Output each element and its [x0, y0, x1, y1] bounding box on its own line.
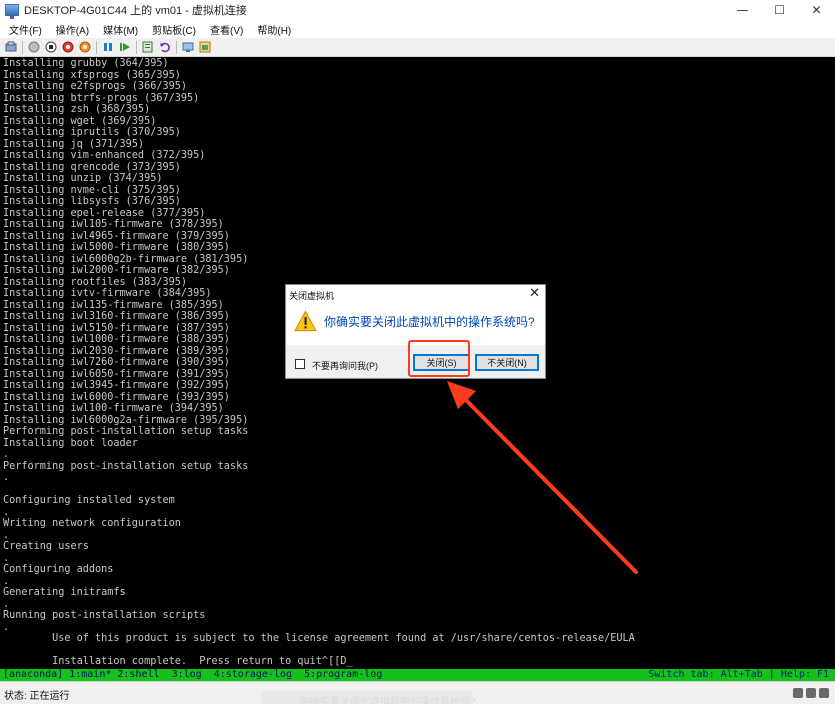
console-line: Configuring installed system: [3, 495, 175, 506]
toolbar: [0, 38, 835, 57]
toolbar-separator: [96, 40, 97, 54]
share-icon[interactable]: [199, 41, 211, 53]
dont-ask-again-checkbox[interactable]: [295, 359, 305, 369]
console-line: Creating users: [3, 541, 89, 552]
dialog-message: 你确实要关闭此虚拟机中的操作系统吗?: [324, 315, 535, 329]
console-line: Installing jq (371/395): [3, 138, 145, 150]
status-icons: [793, 688, 829, 698]
toolbar-separator: [176, 40, 177, 54]
revert-icon[interactable]: [159, 41, 171, 53]
console-line: Installing iwl5000-firmware (380/395): [3, 242, 230, 253]
mouse-icon: [806, 688, 816, 698]
console-line: .: [3, 472, 10, 483]
window-title: DESKTOP-4G01C44 上的 vm01 - 虚拟机连接: [24, 5, 247, 17]
console-line: Installing unzip (374/395): [3, 173, 163, 184]
save-icon[interactable]: [79, 41, 91, 53]
console-line: .: [3, 449, 10, 460]
cancel-shutdown-button[interactable]: 不关闭(N): [475, 354, 539, 371]
checkpoint-icon[interactable]: [142, 41, 154, 53]
ctrl-alt-del-icon[interactable]: [5, 41, 17, 53]
console-line: Generating initramfs: [3, 587, 126, 598]
console-line: Installing grubby (364/395): [3, 58, 169, 69]
console-line: Use of this product is subject to the li…: [3, 633, 635, 644]
minimize-button[interactable]: —: [724, 0, 761, 20]
console-line: Installing boot loader: [3, 437, 138, 449]
anaconda-tmux-bar: [anaconda] 1:main* 2:shell 3:log 4:stora…: [0, 669, 835, 681]
vm-connection-icon: [5, 4, 19, 19]
menu-help[interactable]: 帮助(H): [257, 22, 291, 37]
status-bar: 状态: 正在运行 你确实要关闭此虚拟机中的操作系统吗?: [0, 681, 835, 704]
console-line: Performing post-installation setup tasks: [3, 460, 249, 472]
tmux-help-hint: Switch tab: Alt+Tab | Help: F1: [648, 669, 829, 680]
menu-view[interactable]: 查看(V): [210, 22, 243, 37]
dont-ask-again-label[interactable]: 不要再询问我(P): [312, 359, 378, 372]
lock-icon: [819, 688, 829, 698]
console-line: .: [3, 506, 10, 518]
console-line: Running post-installation scripts: [3, 610, 206, 621]
console-line: Installing wget (369/395): [3, 115, 157, 127]
console-line: .: [3, 529, 10, 541]
warning-icon: [294, 310, 317, 332]
keyboard-icon: [793, 688, 803, 698]
console-line: Installation complete. Press return to q…: [3, 656, 353, 667]
dialog-title: 关闭虚拟机: [289, 291, 335, 301]
annotation-highlight-box: [408, 340, 470, 377]
console-line: Configuring addons: [3, 564, 114, 575]
window-controls: — ☐ ✕: [724, 0, 835, 20]
title-bar: DESKTOP-4G01C44 上的 vm01 - 虚拟机连接 — ☐ ✕: [0, 0, 835, 20]
enhanced-session-icon[interactable]: [182, 41, 194, 53]
close-window-button[interactable]: ✕: [798, 0, 835, 20]
console-line: .: [3, 575, 10, 587]
menu-file[interactable]: 文件(F): [9, 22, 42, 37]
console-line: Installing e2fsprogs (366/395): [3, 81, 188, 92]
taskbar-ghost-text: 你确实要关闭此虚拟机中的操作系统吗?: [300, 697, 476, 704]
turn-off-icon[interactable]: [45, 41, 57, 53]
console-line: Installing qrencode (373/395): [3, 161, 181, 173]
console-line: Installing epel-release (377/395): [3, 207, 206, 219]
toolbar-separator: [22, 40, 23, 54]
console-line: Installing xfsprogs (365/395): [3, 69, 181, 81]
console-line: Writing network configuration: [3, 518, 181, 529]
console-line: .: [3, 598, 10, 610]
tmux-window-list: [anaconda] 1:main* 2:shell 3:log 4:stora…: [3, 669, 383, 680]
console-line: Installing iwl6000g2a-firmware (395/395): [3, 414, 249, 426]
menu-bar: 文件(F) 操作(A) 媒体(M) 剪贴板(C) 查看(V) 帮助(H): [0, 20, 835, 38]
menu-clipboard[interactable]: 剪贴板(C): [152, 22, 196, 37]
menu-action[interactable]: 操作(A): [56, 22, 89, 37]
console-line: Installing vim-enhanced (372/395): [3, 150, 206, 161]
console-line: Installing iwl6000g2b-firmware (381/395): [3, 253, 249, 265]
console-line: Installing iwl4965-firmware (379/395): [3, 230, 230, 242]
vm-state-label: 状态: 正在运行: [4, 691, 70, 702]
console-line: .: [3, 552, 10, 564]
pause-icon[interactable]: [102, 41, 114, 53]
reset-icon[interactable]: [119, 41, 131, 53]
maximize-button[interactable]: ☐: [761, 0, 798, 20]
console-line: Installing iwl3945-firmware (392/395): [3, 380, 230, 391]
console-line: Installing iwl6000-firmware (393/395): [3, 391, 230, 403]
console-line: Installing iprutils (370/395): [3, 127, 181, 138]
shutdown-icon[interactable]: [62, 41, 74, 53]
dialog-close-button[interactable]: ✕: [529, 286, 540, 301]
console-line: .: [3, 621, 10, 633]
toolbar-separator: [136, 40, 137, 54]
console-line: Installing libsysfs (376/395): [3, 196, 181, 207]
console-line: Installing nvme-cli (375/395): [3, 184, 181, 196]
console-line: Installing zsh (368/395): [3, 104, 151, 115]
menu-media[interactable]: 媒体(M): [103, 22, 138, 37]
console-line: Installing iwl100-firmware (394/395): [3, 403, 224, 414]
console-line: Installing iwl2000-firmware (382/395): [3, 265, 230, 276]
console-line: Installing btrfs-progs (367/395): [3, 92, 200, 104]
console-line: Performing post-installation setup tasks: [3, 426, 249, 437]
console-line: Installing iwl105-firmware (378/395): [3, 219, 224, 230]
start-icon[interactable]: [28, 41, 40, 53]
